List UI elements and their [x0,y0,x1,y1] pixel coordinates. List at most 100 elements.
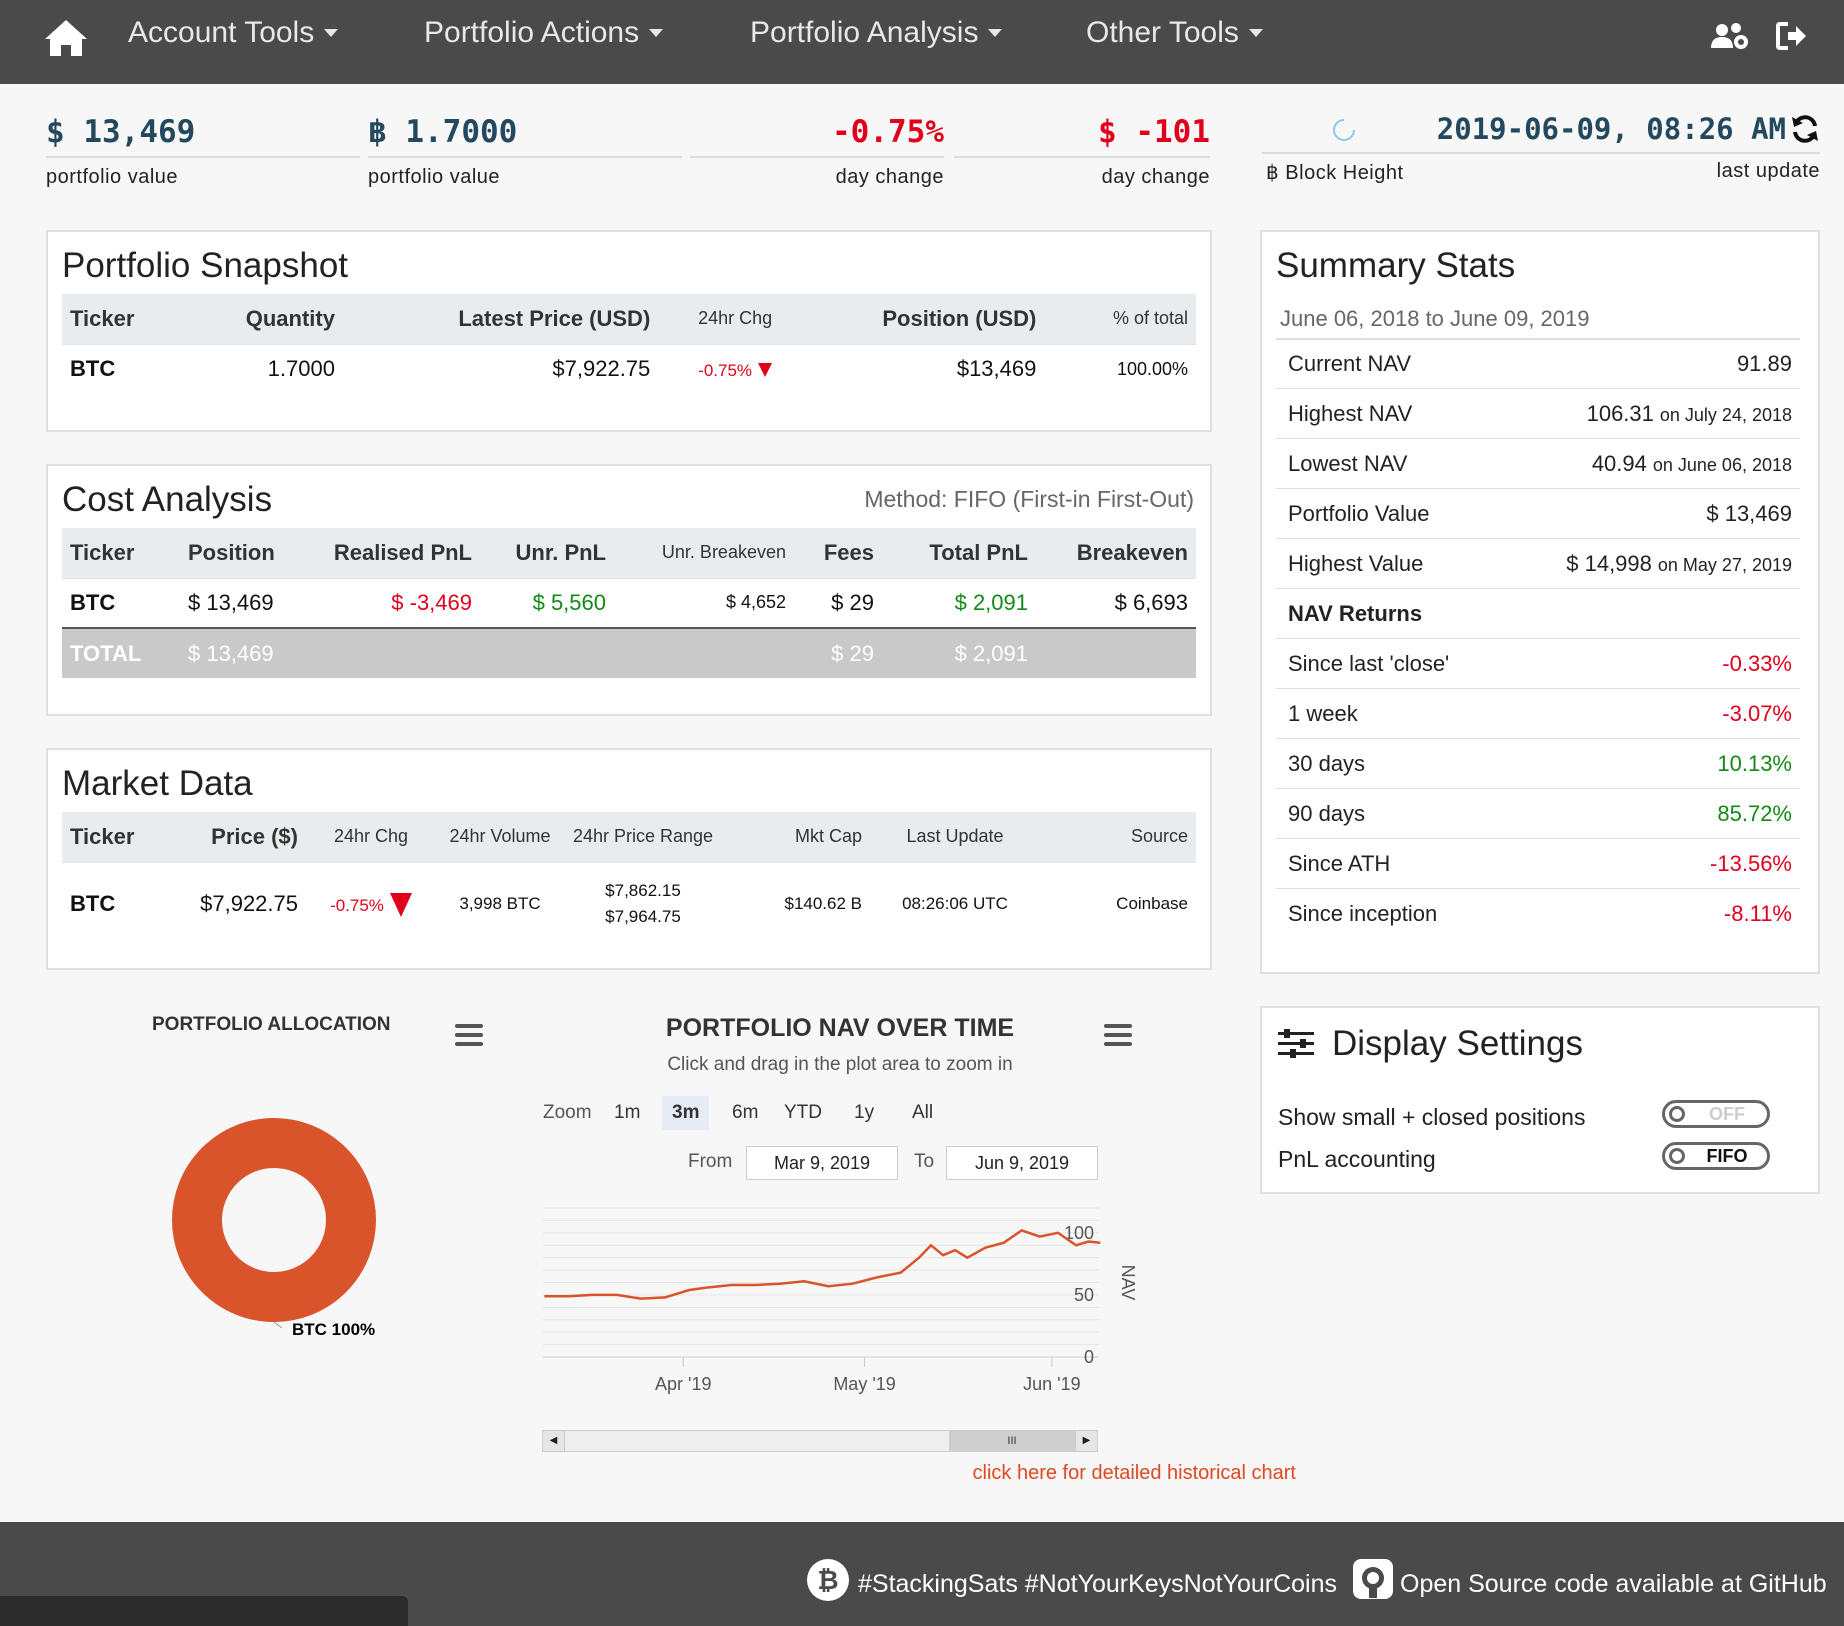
divider [368,156,682,158]
summary-row-number: 91.89 [1736,350,1792,376]
card-title: Display Settings [1332,1024,1583,1063]
users-cog-icon[interactable] [1710,20,1750,52]
summary-row: Current NAV 91.89 [1276,338,1800,388]
change-value: -0.75% [698,361,753,381]
zoom-1m-button[interactable]: 1m [604,1096,650,1130]
cost-table: Ticker Position Realised PnL Unr. PnL Un… [62,528,1196,678]
cell-unr-pnl: $ 5,560 [480,577,614,628]
summary-row-value: $ 13,469 [1706,501,1792,527]
summary-row-label: Current NAV [1288,350,1412,376]
col-pct-total: % of total [1044,294,1196,344]
spinner-icon [1333,119,1355,141]
toggle-small-positions[interactable]: OFF [1662,1100,1770,1128]
logout-icon[interactable] [1776,20,1808,52]
summary-row-value: 106.31 on July 24, 2018 [1587,401,1792,427]
zoom-1y-button[interactable]: 1y [844,1096,884,1130]
cell-volume: 3,998 BTC [436,861,564,946]
cell-change: -0.75% [658,343,812,394]
allocation-menu-icon[interactable] [455,1024,483,1048]
nav-portfolio-analysis[interactable]: Portfolio Analysis [750,16,1003,50]
return-row-value: -13.56% [1710,850,1792,876]
summary-row-date: on May 27, 2019 [1657,554,1792,575]
cell-change: -0.75% [306,861,436,946]
toggle-pnl-accounting[interactable]: FIFO [1662,1142,1770,1170]
to-date-input[interactable]: Jun 9, 2019 [946,1146,1098,1180]
last-update-label: last update [1716,160,1820,182]
svg-text:₿: ₿ [817,1566,838,1596]
col-fees: Fees [794,528,882,578]
cell-quantity: 1.7000 [173,343,343,394]
nav-chart-subtitle: Click and drag in the plot area to zoom … [667,1054,1013,1075]
summary-row: Portfolio Value $ 13,469 [1276,488,1800,538]
btc-value-label: portfolio value [368,166,501,188]
cell-ticker: BTC [62,861,182,946]
stat-usd-change: $ -101 day change [954,114,1210,189]
cell-empty [1036,627,1196,678]
pct-change: -0.75% [832,114,944,150]
return-row-label: 90 days [1288,800,1366,826]
github-icon[interactable] [1352,1558,1394,1600]
cell-realised-pnl: $ -3,469 [312,577,480,628]
x-tick-label: Jun '19 [1023,1374,1080,1394]
nav-chart-menu-icon[interactable] [1104,1024,1132,1048]
x-tick-label: May '19 [833,1374,895,1394]
col-ticker: Ticker [62,528,180,578]
navigator-scrollbar[interactable]: ◀ III ▶ [542,1430,1098,1452]
nav-account-tools-label: Account Tools [128,16,315,49]
zoom-all-button[interactable]: All [902,1096,943,1130]
scroll-right-arrow-icon[interactable]: ▶ [1075,1431,1097,1451]
zoom-3m-button[interactable]: 3m [662,1096,710,1130]
last-update-value: 2019-06-09, 08:26 AM [1436,112,1786,146]
summary-row: Highest Value $ 14,998 on May 27, 2019 [1276,538,1800,588]
table-row: BTC $7,922.75 -0.75% 3,998 BTC $7,862.15… [62,861,1196,946]
cell-total-pnl: $ 2,091 [882,577,1036,628]
nav-line-chart[interactable]: Apr '19 May '19 Jun '19050100NAV [540,1190,1150,1410]
return-row-value: -0.33% [1722,650,1792,676]
from-date-input[interactable]: Mar 9, 2019 [746,1146,898,1180]
summary-row-number: $ 13,469 [1706,500,1792,526]
table-row: BTC $ 13,469 $ -3,469 $ 5,560 $ 4,652 $ … [62,577,1196,628]
market-data-card: Market Data Ticker Price ($) 24hr Chg 24… [46,748,1212,970]
bitcoin-icon: ₿ [807,1559,849,1601]
nav-account-tools[interactable]: Account Tools [128,16,339,50]
y-tick-label: 50 [1074,1285,1094,1305]
return-row-value: 85.72% [1717,800,1792,826]
cell-empty [312,627,480,678]
pct-change-label: day change [835,166,944,188]
table-header: Ticker Quantity Latest Price (USD) 24hr … [62,294,1196,344]
return-row-label: Since inception [1288,900,1438,926]
col-ticker: Ticker [62,812,182,862]
zoom-ytd-button[interactable]: YTD [774,1096,832,1130]
usd-value-label: portfolio value [46,166,179,188]
return-row: 90 days 85.72% [1276,788,1800,838]
refresh-icon[interactable] [1790,114,1820,144]
setting-label-small-positions: Show small + closed positions [1278,1104,1586,1130]
summary-row-value: 40.94 on June 06, 2018 [1592,451,1792,477]
display-settings-card: Display Settings Show small + closed pos… [1260,1006,1820,1194]
home-icon[interactable] [42,14,90,62]
return-row-value: 10.13% [1717,750,1792,776]
cell-price: $7,922.75 [342,343,659,394]
table-header: Ticker Price ($) 24hr Chg 24hr Volume 24… [62,812,1196,862]
from-label: From [688,1151,733,1172]
nav-other-tools[interactable]: Other Tools [1086,16,1263,50]
col-unr-pnl: Unr. PnL [480,528,614,578]
col-price: Price ($) [182,812,306,862]
summary-stats-card: Summary Stats June 06, 2018 to June 09, … [1260,230,1820,974]
market-table: Ticker Price ($) 24hr Chg 24hr Volume 24… [62,812,1196,946]
scroll-left-arrow-icon[interactable]: ◀ [543,1431,565,1451]
nav-series-line [544,1229,1101,1300]
col-quantity: Quantity [173,294,343,344]
x-tick-label: Apr '19 [655,1374,711,1394]
stat-btc-value: ฿ 1.7000 portfolio value [368,114,682,189]
nav-portfolio-actions[interactable]: Portfolio Actions [424,16,664,50]
slice-label-btc: BTC 100% [292,1320,376,1339]
footer-github-link[interactable]: Open Source code available at GitHub [1400,1570,1827,1599]
return-row-label: 1 week [1288,700,1358,726]
scroll-thumb[interactable]: III [949,1431,1075,1451]
summary-row-number: 106.31 [1586,400,1654,426]
historical-chart-link[interactable]: click here for detailed historical chart [640,1462,1296,1485]
summary-row-value: 91.89 [1737,351,1792,377]
stat-pct-change: -0.75% day change [690,114,944,189]
zoom-6m-button[interactable]: 6m [722,1096,768,1130]
